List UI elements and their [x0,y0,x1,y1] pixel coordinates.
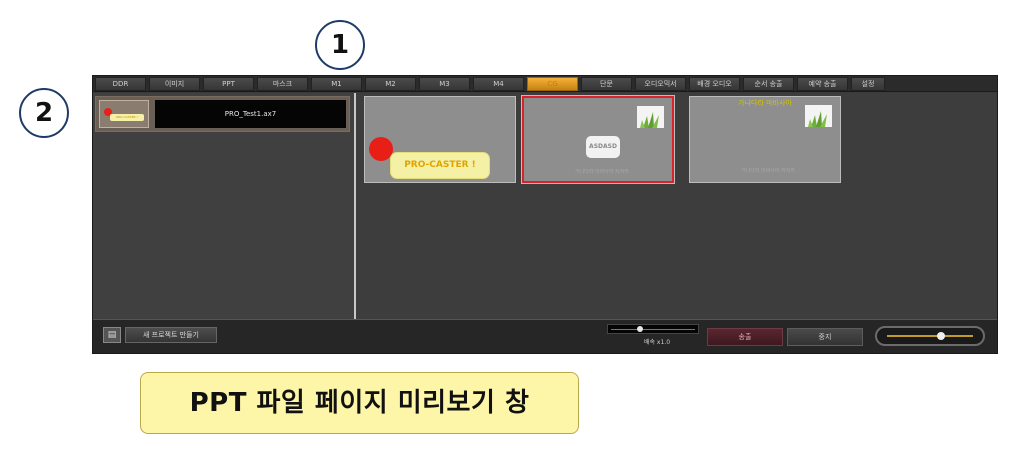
speed-slider-track [611,329,695,330]
tab-short-text[interactable]: 단문 [581,77,632,91]
new-project-button[interactable]: 새 프로젝트 만들기 [125,327,217,343]
tab-audio-mixer[interactable]: 오디오믹서 [635,77,686,91]
tab-scheduled-broadcast[interactable]: 예약 송출 [797,77,848,91]
plant-image-icon [805,105,832,127]
tab-mask[interactable]: 마스크 [257,77,308,91]
thumbnail-label: PRO-CASTER ! [110,114,144,121]
tab-ppt[interactable]: PPT [203,77,254,91]
slide-thumbnail-3[interactable]: 가나다라 마바사아 가나다라 마바사아 자차카 [689,96,841,183]
speed-slider[interactable] [607,324,699,334]
slide-thumbnail-1[interactable]: PRO-CASTER ! [364,96,516,183]
slide-faint-text: 가나다라 마바사아 자차카 [575,169,629,175]
callout-2: 2 [19,88,69,138]
tab-bar: DDR 이미지 PPT 마스크 M1 M2 M3 M4 CG 단문 오디오믹서 … [93,76,997,92]
plant-image-icon [637,106,664,128]
folder-icon[interactable]: ▤ [103,327,121,343]
tab-bg-audio[interactable]: 배경 오디오 [689,77,740,91]
page: 1 2 3 DDR 이미지 PPT 마스크 M1 M2 M3 M4 CG 단문 … [0,0,1026,464]
project-name: PRO_Test1.ax7 [155,100,346,128]
tab-m4[interactable]: M4 [473,77,524,91]
broadcast-button[interactable]: 송출 [707,328,783,346]
slide-label: PRO-CASTER ! [390,152,490,179]
volume-slider-knob[interactable] [937,332,945,340]
tab-m3[interactable]: M3 [419,77,470,91]
project-list-panel: PRO-CASTER ! PRO_Test1.ax7 [93,93,356,319]
bottom-control-bar: ▤ 새 프로젝트 만들기 배속 x1.0 송출 중지 [93,319,997,353]
slide-faint-text: 가나다라 마바사아 자차카 [741,168,795,174]
tab-settings[interactable]: 설정 [851,77,885,91]
slide-preview-panel: PRO-CASTER ! ASDASD 가나다라 마바사아 자차카 가나다라 마… [356,93,997,319]
slide-title: 가나다라 마바사아 [738,99,792,107]
tab-m2[interactable]: M2 [365,77,416,91]
project-thumbnail: PRO-CASTER ! [99,100,149,128]
stop-button[interactable]: 중지 [787,328,863,346]
red-burst-icon [371,139,391,159]
tab-image[interactable]: 이미지 [149,77,200,91]
volume-slider[interactable] [875,326,985,346]
speed-slider-knob[interactable] [637,326,643,332]
tab-sequence-broadcast[interactable]: 순서 송출 [743,77,794,91]
caption-box: PPT 파일 페이지 미리보기 창 [140,372,579,434]
slide-thumbnail-2-selected[interactable]: ASDASD 가나다라 마바사아 자차카 [521,95,675,184]
callout-1: 1 [315,20,365,70]
app-window: DDR 이미지 PPT 마스크 M1 M2 M3 M4 CG 단문 오디오믹서 … [92,75,998,354]
tab-m1[interactable]: M1 [311,77,362,91]
project-item[interactable]: PRO-CASTER ! PRO_Test1.ax7 [95,96,350,132]
slide-label: ASDASD [586,136,620,158]
tab-cg[interactable]: CG [527,77,578,91]
tab-ddr[interactable]: DDR [95,77,146,91]
volume-slider-track [887,335,973,337]
speed-label: 배속 x1.0 [643,339,671,346]
